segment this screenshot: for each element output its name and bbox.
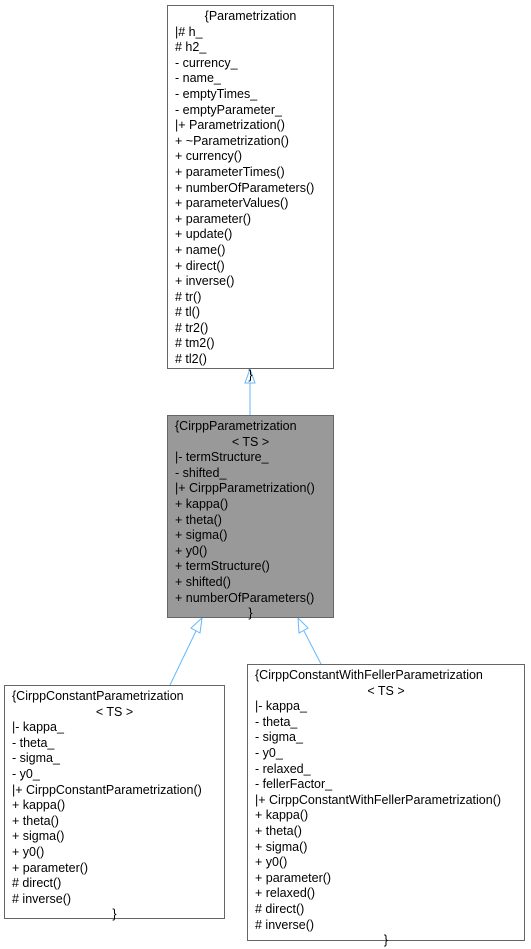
class-member[interactable]: + inverse()	[175, 274, 333, 290]
class-member[interactable]: + direct()	[175, 259, 333, 275]
class-title: {CirppConstantWithFellerParametrization	[255, 668, 483, 682]
class-member[interactable]: # direct()	[12, 876, 224, 892]
class-member[interactable]: - sigma_	[12, 751, 224, 767]
class-member[interactable]: |- kappa_	[255, 699, 524, 715]
class-member[interactable]: + kappa()	[12, 798, 224, 814]
class-member[interactable]: |# h_	[175, 25, 333, 41]
class-member[interactable]: + sigma()	[255, 840, 524, 856]
class-member[interactable]: - currency_	[175, 56, 333, 72]
class-template-param: < TS >	[231, 434, 270, 449]
class-closing-brace: }	[248, 606, 253, 621]
class-member[interactable]: # tr2()	[175, 321, 333, 337]
class-member[interactable]: - name_	[175, 71, 333, 87]
class-member[interactable]: + sigma()	[12, 829, 224, 845]
edge-constant-to-cirpp	[169, 616, 203, 686]
class-member[interactable]: - theta_	[255, 715, 524, 731]
class-member[interactable]: # tr()	[175, 290, 333, 306]
class-member[interactable]: + numberOfParameters()	[175, 181, 333, 197]
class-member[interactable]: |+ CirppConstantWithFellerParametrizatio…	[255, 793, 524, 809]
class-member[interactable]: + y0()	[255, 855, 524, 871]
class-member[interactable]: + theta()	[12, 814, 224, 830]
class-box-cirpp-constant-with-feller-parametrization[interactable]: {CirppConstantWithFellerParametrization …	[247, 664, 525, 947]
class-member[interactable]: |+ CirppParametrization()	[175, 481, 333, 497]
class-member[interactable]: + parameterValues()	[175, 196, 333, 212]
class-member[interactable]: |- termStructure_	[175, 450, 333, 466]
class-template-param: < TS >	[95, 704, 134, 719]
class-member[interactable]: + kappa()	[255, 808, 524, 824]
class-member[interactable]: - emptyTimes_	[175, 87, 333, 103]
class-box-cirpp-parametrization[interactable]: {CirppParametrization < TS > |- termStru…	[167, 415, 334, 620]
class-member[interactable]: + ~Parametrization()	[175, 134, 333, 150]
class-closing-brace: }	[112, 907, 117, 922]
class-members: |- kappa_ - theta_ - sigma_ - y0_ |+ CirppCo…	[12, 720, 224, 907]
class-member[interactable]: + theta()	[255, 824, 524, 840]
class-member[interactable]: # direct()	[255, 902, 524, 918]
class-members: |- kappa_ - theta_ - sigma_ - y0_ - relaxed_…	[255, 699, 524, 933]
class-member[interactable]: |- kappa_	[12, 720, 224, 736]
class-member[interactable]: - sigma_	[255, 730, 524, 746]
class-title: {CirppConstantParametrization	[12, 689, 184, 703]
class-member[interactable]: + parameter()	[255, 871, 524, 887]
class-member[interactable]: + parameter()	[175, 212, 333, 228]
class-member[interactable]: + name()	[175, 243, 333, 259]
class-member[interactable]: - fellerFactor_	[255, 777, 524, 793]
class-member[interactable]: # tl()	[175, 305, 333, 321]
class-member[interactable]: + parameter()	[12, 861, 224, 877]
class-member[interactable]: - emptyParameter_	[175, 103, 333, 119]
class-member[interactable]: + currency()	[175, 149, 333, 165]
class-title: {Parametrization	[204, 9, 297, 23]
edge-feller-to-cirpp	[297, 616, 322, 665]
class-member[interactable]: + relaxed()	[255, 886, 524, 902]
class-member[interactable]: |+ CirppConstantParametrization()	[12, 783, 224, 799]
class-template-param: < TS >	[367, 683, 405, 698]
class-member[interactable]: # h2_	[175, 40, 333, 56]
class-member[interactable]: - shifted_	[175, 466, 333, 482]
class-member[interactable]: + y0()	[175, 544, 333, 560]
class-member[interactable]: # inverse()	[12, 892, 224, 908]
class-member[interactable]: + parameterTimes()	[175, 165, 333, 181]
class-member[interactable]: + termStructure()	[175, 559, 333, 575]
class-closing-brace: }	[383, 933, 389, 948]
class-member[interactable]: # tm2()	[175, 336, 333, 352]
class-member[interactable]: + kappa()	[175, 497, 333, 513]
class-member[interactable]: |+ Parametrization()	[175, 118, 333, 134]
class-member[interactable]: + sigma()	[175, 528, 333, 544]
class-member[interactable]: + numberOfParameters()	[175, 591, 333, 607]
class-members: |- termStructure_ - shifted_ |+ CirppParam…	[175, 450, 333, 606]
class-title: {CirppParametrization	[175, 419, 297, 433]
class-member[interactable]: - relaxed_	[255, 762, 524, 778]
class-member[interactable]: + update()	[175, 227, 333, 243]
class-member[interactable]: - y0_	[12, 767, 224, 783]
class-box-cirpp-constant-parametrization[interactable]: {CirppConstantParametrization < TS > |- …	[4, 685, 225, 921]
class-members: |# h_ # h2_ - currency_ - name_ - emptyTimes…	[175, 25, 333, 368]
class-box-parametrization[interactable]: {Parametrization |# h_ # h2_ - currency_ - …	[167, 5, 334, 382]
class-member[interactable]: - theta_	[12, 736, 224, 752]
class-member[interactable]: + shifted()	[175, 575, 333, 591]
class-closing-brace: }	[248, 367, 253, 382]
class-member[interactable]: + theta()	[175, 513, 333, 529]
class-member[interactable]: # tl2()	[175, 352, 333, 368]
class-member[interactable]: - y0_	[255, 746, 524, 762]
class-member[interactable]: + y0()	[12, 845, 224, 861]
class-member[interactable]: # inverse()	[255, 918, 524, 934]
